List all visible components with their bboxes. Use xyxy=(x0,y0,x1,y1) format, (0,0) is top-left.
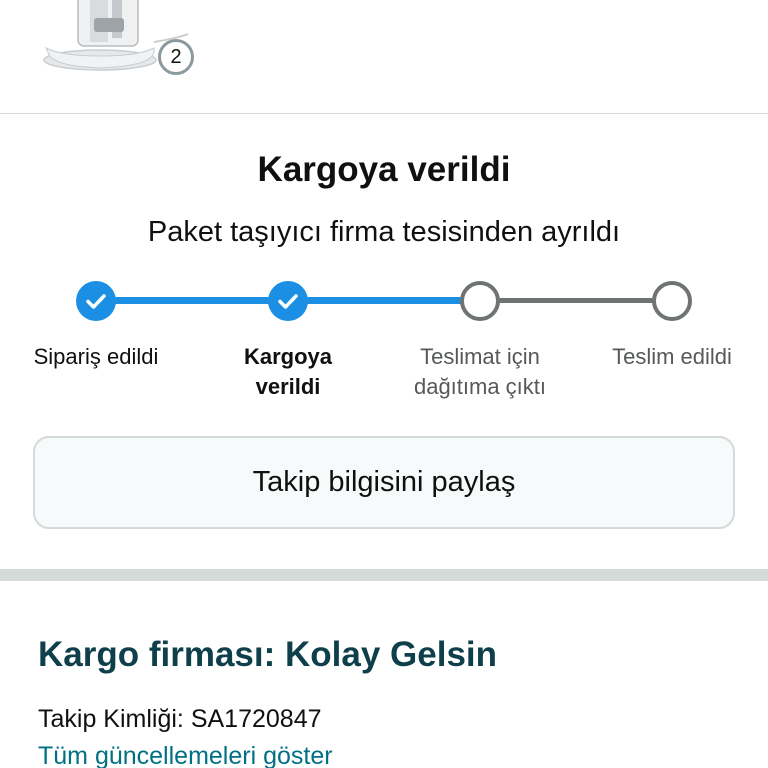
step-out-for-delivery-circle-icon xyxy=(460,281,500,321)
progress-track-pending xyxy=(480,298,672,303)
quantity-badge: 2 xyxy=(158,39,194,75)
step-label-line: Teslimat için xyxy=(420,344,540,369)
section-divider xyxy=(0,113,768,114)
tracking-id: Takip Kimliği: SA1720847 xyxy=(38,705,322,733)
step-label-out-for-delivery: Teslimat için dağıtıma çıktı xyxy=(385,342,575,402)
step-label-line: Kargoya xyxy=(243,344,333,369)
step-label-line: Teslim edildi xyxy=(612,344,732,369)
step-label-line: verildi xyxy=(255,374,321,399)
step-label-delivered: Teslim edildi xyxy=(577,342,767,372)
step-delivered-circle-icon xyxy=(652,281,692,321)
step-label-line: Sipariş edildi xyxy=(33,344,159,369)
step-ordered-check-icon xyxy=(76,281,116,321)
share-tracking-button[interactable]: Takip bilgisini paylaş xyxy=(33,436,735,529)
step-label-ordered: Sipariş edildi xyxy=(1,342,191,372)
order-tracking-page: 2 Kargoya verildi Paket taşıyıcı firma t… xyxy=(0,0,768,768)
step-label-line: dağıtıma çıktı xyxy=(413,374,547,399)
carrier-title: Kargo firması: Kolay Gelsin xyxy=(38,635,498,674)
step-shipped-check-icon xyxy=(268,281,308,321)
show-all-updates-link[interactable]: Tüm güncellemeleri göster xyxy=(38,742,333,768)
section-divider-thick xyxy=(0,569,768,581)
step-label-shipped: Kargoya verildi xyxy=(193,342,383,402)
product-strip: 2 xyxy=(0,0,768,113)
shipment-status-title: Kargoya verildi xyxy=(257,150,511,189)
shipment-status-subtitle: Paket taşıyıcı firma tesisinden ayrıldı xyxy=(147,216,621,248)
